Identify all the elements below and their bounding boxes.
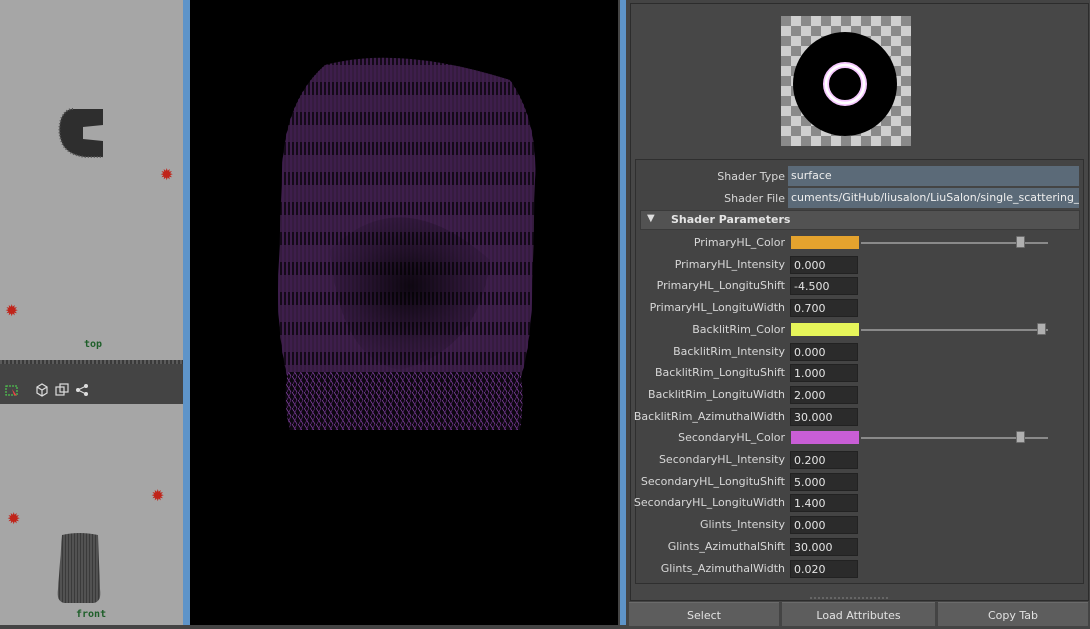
share-nodes-icon[interactable] [75, 383, 89, 397]
param-value-field[interactable]: 5.000 [790, 473, 858, 491]
attribute-editor-frame: Shader Type surface Shader File cuments/… [630, 3, 1089, 601]
panel-resize-grip[interactable] [810, 597, 890, 599]
param-label: BacklitRim_Color [692, 323, 785, 336]
param-value-field[interactable]: 0.000 [790, 343, 858, 361]
param-value-field[interactable]: 30.000 [790, 408, 858, 426]
light-star-icon[interactable]: ✹ [151, 488, 164, 504]
top-mesh-preview [58, 108, 103, 158]
param-label: SecondaryHL_LongituWidth [633, 496, 785, 509]
light-star-icon[interactable]: ✹ [5, 303, 18, 319]
param-label: PrimaryHL_LongituWidth [649, 301, 785, 314]
left-viewports: ✹ ✹ top ✹ ✹ front [0, 0, 183, 625]
param-label: BacklitRim_Intensity [673, 345, 785, 358]
shader-file-label: Shader File [724, 192, 785, 205]
viewport-front-label: front [76, 609, 107, 620]
param-label: BacklitRim_AzimuthalWidth [633, 410, 785, 423]
param-value-field[interactable]: 1.000 [790, 364, 858, 382]
param-label: BacklitRim_LongituWidth [648, 388, 785, 401]
select-button[interactable]: Select [629, 602, 779, 626]
shader-attributes: Shader Type surface Shader File cuments/… [633, 159, 1084, 584]
cube-icon[interactable] [35, 383, 49, 397]
param-label: SecondaryHL_LongituShift [640, 475, 785, 488]
viewport-front[interactable]: ✹ ✹ front [0, 404, 183, 625]
shader-type-field[interactable]: surface [788, 166, 1079, 186]
render-view[interactable] [190, 0, 618, 625]
color-slider[interactable] [861, 236, 1048, 248]
copy-layers-icon[interactable] [55, 383, 69, 397]
shader-type-label: Shader Type [717, 170, 785, 183]
slider-thumb[interactable] [1016, 431, 1025, 443]
color-slider[interactable] [861, 431, 1048, 443]
section-title: Shader Parameters [671, 213, 791, 226]
copy-tab-button[interactable]: Copy Tab [938, 602, 1088, 626]
param-value-field[interactable]: 0.020 [790, 560, 858, 578]
param-label: BacklitRim_LongituShift [654, 366, 785, 379]
color-swatch[interactable] [791, 323, 859, 336]
param-value-field[interactable]: 0.200 [790, 451, 858, 469]
shader-file-field[interactable]: cuments/GitHub/liusalon/LiuSalon/single_… [788, 188, 1079, 208]
param-label: Glints_Intensity [699, 518, 785, 531]
viewport-toolbar [0, 360, 183, 404]
shader-swatch-preview [781, 16, 911, 146]
param-value-field[interactable]: 0.700 [790, 299, 858, 317]
toolbar-grip[interactable] [0, 360, 183, 364]
param-value-field[interactable]: 0.000 [790, 256, 858, 274]
color-swatch[interactable] [791, 431, 859, 444]
param-value-field[interactable]: 1.400 [790, 494, 858, 512]
param-label: PrimaryHL_LongituShift [656, 279, 785, 292]
pane-divider-accent [620, 0, 626, 625]
param-label: SecondaryHL_Intensity [658, 453, 785, 466]
attribute-editor: Shader Type surface Shader File cuments/… [627, 0, 1090, 626]
param-value-field[interactable]: -4.500 [790, 277, 858, 295]
collapse-triangle-icon[interactable]: ▼ [647, 213, 655, 224]
param-value-field[interactable]: 0.000 [790, 516, 858, 534]
slider-thumb[interactable] [1016, 236, 1025, 248]
load-attributes-button[interactable]: Load Attributes [782, 602, 935, 626]
hair-render-image [278, 57, 536, 430]
pane-divider[interactable] [183, 0, 190, 625]
color-swatch[interactable] [791, 236, 859, 249]
light-star-icon[interactable]: ✹ [160, 167, 173, 183]
param-label: SecondaryHL_Color [678, 431, 785, 444]
param-value-field[interactable]: 30.000 [790, 538, 858, 556]
viewport-top[interactable]: ✹ ✹ top [0, 0, 183, 360]
param-label: PrimaryHL_Intensity [674, 258, 785, 271]
param-label: PrimaryHL_Color [693, 236, 785, 249]
param-value-field[interactable]: 2.000 [790, 386, 858, 404]
param-label: Glints_AzimuthalWidth [660, 562, 785, 575]
light-star-icon[interactable]: ✹ [7, 511, 20, 527]
viewport-top-label: top [84, 339, 103, 350]
slider-thumb[interactable] [1037, 323, 1046, 335]
select-camera-icon[interactable] [5, 383, 19, 397]
shader-parameters-section[interactable]: ▼ Shader Parameters [640, 210, 1080, 230]
color-slider[interactable] [861, 323, 1048, 335]
front-mesh-preview [57, 533, 101, 603]
param-label: Glints_AzimuthalShift [667, 540, 785, 553]
